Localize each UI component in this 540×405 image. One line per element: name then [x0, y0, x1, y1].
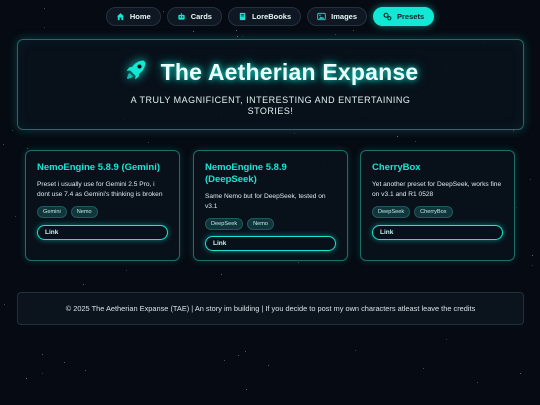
star	[520, 373, 521, 374]
robot-icon	[177, 12, 186, 21]
star	[298, 262, 299, 263]
star	[26, 378, 27, 379]
nav-images-button[interactable]: Images	[307, 7, 368, 26]
star	[224, 360, 225, 361]
gears-icon	[383, 12, 392, 21]
top-navigation: Home Cards LoreBooks Images Presets	[0, 7, 540, 26]
star	[238, 355, 239, 356]
card-link-button[interactable]: Link	[37, 225, 168, 240]
card-description: Same Nemo but for DeepSeek, tested on v3…	[205, 193, 326, 210]
star	[355, 350, 356, 351]
card-title: NemoEngine 5.8.9 (DeepSeek)	[205, 162, 287, 185]
tag-badge: Nemo	[247, 218, 275, 230]
page-subtitle: A TRULY MAGNIFICENT, INTERESTING AND ENT…	[130, 95, 411, 116]
home-icon	[116, 12, 125, 21]
star	[83, 284, 84, 285]
nav-home-label: Home	[129, 12, 151, 21]
star	[477, 382, 478, 383]
star	[532, 255, 533, 256]
star	[42, 354, 43, 355]
star	[335, 34, 336, 35]
star	[85, 370, 86, 371]
tag-badge: DeepSeek	[205, 218, 244, 230]
star	[513, 130, 514, 131]
tag-badge: CherryBox	[414, 206, 453, 218]
nav-lorebooks-button[interactable]: LoreBooks	[227, 7, 302, 26]
card-tags: DeepSeek Nemo	[205, 218, 336, 230]
star	[4, 304, 5, 305]
nav-presets-button[interactable]: Presets	[373, 7, 435, 26]
star	[530, 179, 531, 180]
card-title: CherryBox	[372, 162, 421, 173]
star	[242, 36, 243, 37]
nav-lorebooks-label: LoreBooks	[251, 12, 292, 21]
tag-badge: DeepSeek	[372, 206, 411, 218]
star	[237, 36, 238, 37]
nav-cards-button[interactable]: Cards	[166, 7, 222, 26]
star	[64, 362, 65, 363]
star	[44, 27, 45, 28]
star	[12, 130, 13, 131]
nav-cards-label: Cards	[190, 12, 212, 21]
nav-images-label: Images	[331, 12, 358, 21]
star	[3, 144, 4, 145]
star	[15, 216, 16, 217]
footer-text: © 2025 The Aetherian Expanse (TAE) | An …	[65, 304, 476, 313]
star	[193, 31, 194, 32]
star	[423, 368, 424, 369]
star	[221, 274, 222, 275]
star	[516, 207, 517, 208]
card-tags: DeepSeek CherryBox	[372, 206, 503, 218]
preset-card: NemoEngine 5.8.9 (Gemini) Preset i usual…	[25, 150, 180, 261]
nav-presets-label: Presets	[397, 12, 425, 21]
image-icon	[317, 12, 326, 21]
star	[27, 148, 28, 149]
tag-badge: Gemini	[37, 206, 67, 218]
star	[126, 270, 127, 271]
star	[245, 351, 246, 352]
star	[446, 339, 447, 340]
footer: © 2025 The Aetherian Expanse (TAE) | An …	[17, 292, 524, 325]
book-icon	[238, 12, 247, 21]
card-link-button[interactable]: Link	[372, 225, 503, 240]
star	[236, 30, 237, 31]
hero-banner: The Aetherian Expanse A TRULY MAGNIFICEN…	[17, 39, 524, 130]
rocket-icon	[123, 57, 149, 88]
star	[42, 373, 43, 374]
star	[532, 265, 533, 266]
star	[294, 133, 295, 134]
card-title: NemoEngine 5.8.9 (Gemini)	[37, 162, 160, 173]
card-description: Preset i usually use for Gemini 2.5 Pro,…	[37, 181, 163, 198]
tag-badge: Nemo	[70, 206, 98, 218]
star	[268, 365, 269, 366]
preset-card: CherryBox Yet another preset for DeepSee…	[360, 150, 515, 261]
star	[246, 389, 247, 390]
star	[415, 141, 416, 142]
card-description: Yet another preset for DeepSeek, works f…	[372, 181, 502, 198]
page-title: The Aetherian Expanse	[160, 59, 419, 85]
star	[148, 142, 149, 143]
preset-card: NemoEngine 5.8.9 (DeepSeek) Same Nemo bu…	[193, 150, 348, 261]
star	[397, 136, 398, 137]
card-tags: Gemini Nemo	[37, 206, 168, 218]
card-link-button[interactable]: Link	[205, 236, 336, 251]
star	[353, 30, 354, 31]
nav-home-button[interactable]: Home	[105, 7, 161, 26]
